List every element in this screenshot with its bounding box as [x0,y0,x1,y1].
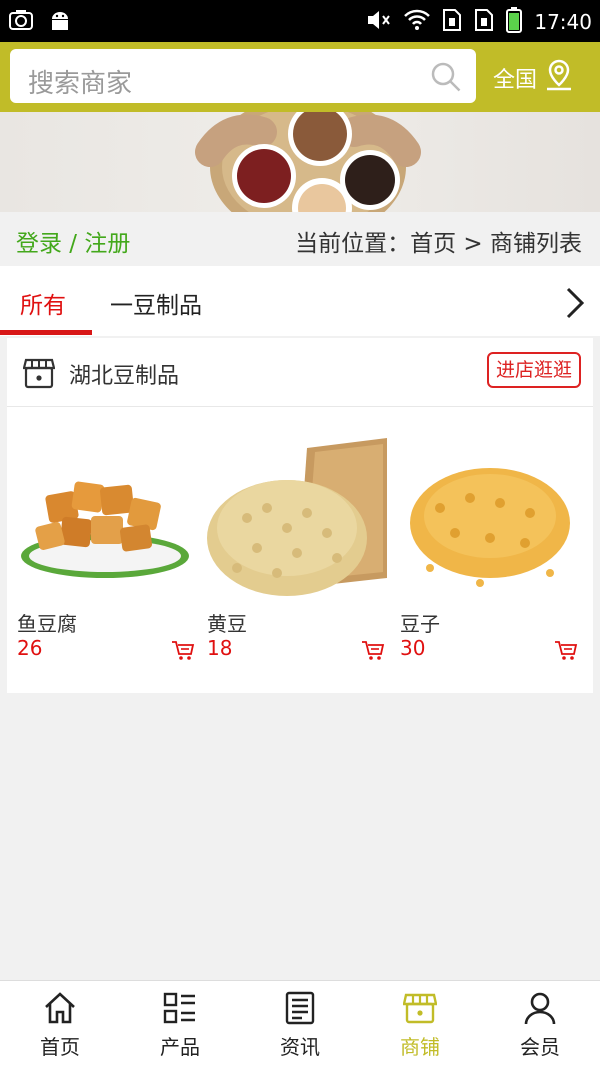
camera-icon [8,8,34,36]
home-icon [43,992,77,1029]
shop-header[interactable]: 湖北豆制品 进店逛逛 [7,338,593,407]
nav-news-label: 资讯 [280,1035,320,1059]
product-name[interactable]: 豆子 [400,608,440,637]
product-price: 30 [400,636,426,660]
region-selector[interactable]: 全国 [493,58,575,98]
product-item[interactable]: 豆子 30 [400,438,586,660]
product-image[interactable] [207,438,387,598]
product-image[interactable] [400,438,580,598]
shop-name[interactable]: 湖北豆制品 [69,358,179,390]
tab-soy-products[interactable]: 一豆制品 [110,286,202,320]
nav-products[interactable]: 产品 [120,991,240,1060]
search-input[interactable]: 搜索商家 [10,49,476,103]
nav-news[interactable]: 资讯 [240,991,360,1060]
product-price: 18 [207,636,233,660]
cart-icon[interactable] [171,640,195,666]
cart-icon[interactable] [361,640,385,666]
news-icon [283,991,317,1029]
location-pin-icon [543,58,575,98]
active-tab-indicator [0,330,92,335]
product-name[interactable]: 鱼豆腐 [17,608,77,637]
promo-banner[interactable] [0,112,600,212]
cart-icon[interactable] [554,640,578,666]
nav-shops-label: 商铺 [400,1035,440,1059]
banner-image [195,112,421,212]
breadcrumb: 登录 / 注册 当前位置：首页 > 商铺列表 [0,212,600,266]
nav-member-label: 会员 [520,1035,560,1059]
status-bar: 17:40 [0,0,600,42]
battery-icon [506,7,523,37]
android-icon [48,8,72,36]
nav-shops[interactable]: 商铺 [360,991,480,1060]
visit-shop-button[interactable]: 进店逛逛 [486,352,581,388]
top-header: 搜索商家 全国 [0,42,600,112]
sim2-icon [474,8,494,36]
login-register-link[interactable]: 登录 / 注册 [16,224,130,258]
product-item[interactable]: 黄豆 18 [207,438,393,660]
nav-home[interactable]: 首页 [0,991,120,1060]
grid-list-icon [163,992,197,1029]
nav-home-label: 首页 [40,1035,80,1059]
store-icon [402,993,438,1029]
wifi-icon [404,9,431,35]
current-location: 当前位置：首页 > 商铺列表 [295,231,582,257]
search-placeholder: 搜索商家 [28,69,133,99]
tab-all[interactable]: 所有 [20,286,66,320]
product-name[interactable]: 黄豆 [207,608,247,637]
nav-products-label: 产品 [160,1035,200,1059]
user-icon [523,992,557,1029]
region-label: 全国 [493,68,538,93]
mute-icon [366,9,392,35]
product-price: 26 [17,636,43,660]
product-image[interactable] [17,438,197,598]
shop-card: 湖北豆制品 进店逛逛 鱼豆腐 26 黄豆 18 豆子 30 [7,338,593,693]
clock: 17:40 [534,10,592,34]
bottom-nav: 首页 产品 资讯 商铺 会员 [0,980,600,1068]
chevron-right-icon[interactable] [564,286,586,324]
search-icon[interactable] [430,61,462,97]
category-tabs: 所有 一豆制品 [0,266,600,336]
store-icon [22,356,56,394]
nav-member[interactable]: 会员 [480,991,600,1060]
sim1-icon [442,8,462,36]
product-item[interactable]: 鱼豆腐 26 [17,438,203,660]
